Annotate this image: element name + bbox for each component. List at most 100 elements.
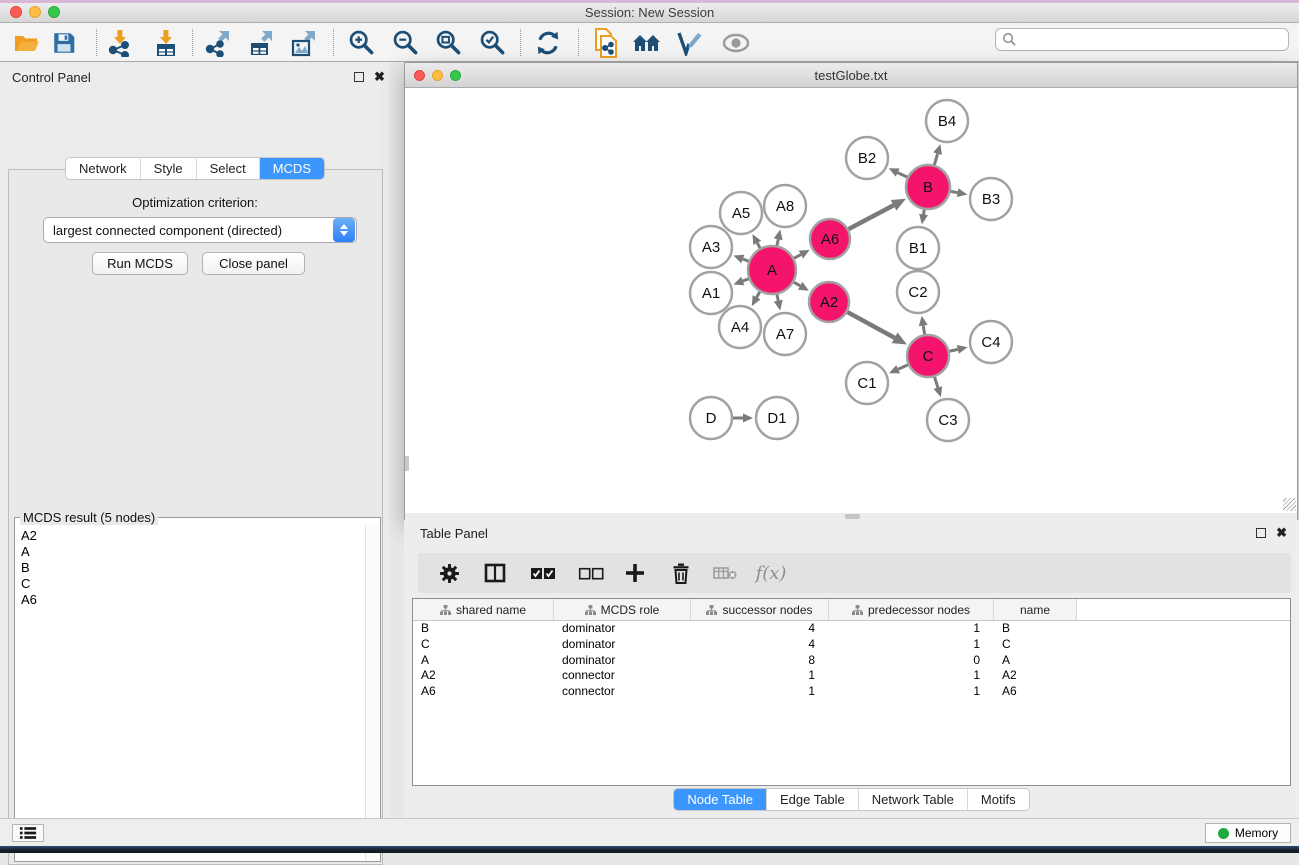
edge-A-A4[interactable] xyxy=(757,292,760,298)
close-window-button[interactable] xyxy=(10,6,22,18)
mcds-result-title: MCDS result (5 nodes) xyxy=(20,510,158,525)
mcds-result-scrollbar[interactable] xyxy=(365,525,379,860)
table-row[interactable]: Bdominator41B xyxy=(413,621,1290,637)
tab-motifs[interactable]: Motifs xyxy=(967,789,1029,810)
table-row[interactable]: A2connector11A2 xyxy=(413,668,1290,684)
column-header-shared-name[interactable]: shared name xyxy=(413,599,554,620)
show-column-icon[interactable] xyxy=(476,563,514,583)
close-panel-icon[interactable]: ✖ xyxy=(374,72,385,82)
import-network-icon[interactable] xyxy=(102,26,138,59)
tab-network[interactable]: Network xyxy=(66,158,140,179)
zoom-out-icon[interactable] xyxy=(387,26,423,59)
table-row[interactable]: A6connector11A6 xyxy=(413,684,1290,700)
close-panel-button[interactable]: Close panel xyxy=(202,252,305,275)
delete-table-icon xyxy=(706,565,744,581)
network-horizontal-scrollbar-thumb[interactable] xyxy=(845,514,860,519)
tab-node-table[interactable]: Node Table xyxy=(674,789,766,810)
cell-name: A6 xyxy=(994,684,1077,700)
edge-B-B2[interactable] xyxy=(898,173,908,178)
control-panel-tabs: NetworkStyleSelectMCDS xyxy=(0,157,390,180)
search-field[interactable] xyxy=(995,28,1289,51)
result-item[interactable]: A2 xyxy=(21,528,364,544)
export-image-icon[interactable] xyxy=(286,26,322,59)
home-icon[interactable] xyxy=(629,26,665,59)
tab-select[interactable]: Select xyxy=(196,158,259,179)
edge-A6-B[interactable] xyxy=(849,205,894,229)
edge-A-A8[interactable] xyxy=(777,239,778,245)
tab-style[interactable]: Style xyxy=(140,158,196,179)
network-from-selection-icon[interactable] xyxy=(588,26,624,59)
task-history-button[interactable] xyxy=(12,824,44,842)
edge-B-B1[interactable] xyxy=(924,210,925,215)
network-minimize-button[interactable] xyxy=(432,70,443,81)
memory-label: Memory xyxy=(1235,826,1278,840)
zoom-in-icon[interactable] xyxy=(343,26,379,59)
save-session-icon[interactable] xyxy=(46,26,82,59)
delete-columns-icon[interactable] xyxy=(662,563,700,584)
zoom-window-button[interactable] xyxy=(48,6,60,18)
window-resize-grip[interactable] xyxy=(1283,498,1296,511)
select-all-columns-icon[interactable] xyxy=(524,567,562,580)
column-header-successor-nodes[interactable]: successor nodes xyxy=(691,599,829,620)
apply-layout-icon[interactable] xyxy=(530,26,566,59)
network-zoom-button[interactable] xyxy=(450,70,461,81)
deselect-all-columns-icon[interactable] xyxy=(572,567,610,580)
create-new-column-icon[interactable] xyxy=(616,563,654,583)
edge-A2-C[interactable] xyxy=(847,312,894,338)
edge-A-A3[interactable] xyxy=(743,259,749,261)
export-table-icon[interactable] xyxy=(243,26,279,59)
vizmapper-icon[interactable] xyxy=(672,26,708,59)
column-header-name[interactable]: name xyxy=(994,599,1077,620)
network-close-button[interactable] xyxy=(414,70,425,81)
edge-A-A7[interactable] xyxy=(777,294,778,300)
cell-shared-name: C xyxy=(413,637,554,653)
result-item[interactable]: B xyxy=(21,560,364,576)
edge-B-B3[interactable] xyxy=(951,191,958,192)
result-item[interactable]: C xyxy=(21,576,364,592)
import-table-icon[interactable] xyxy=(148,26,184,59)
desktop-background-bottom xyxy=(0,846,1299,853)
edge-A-A2[interactable] xyxy=(794,282,800,286)
column-header-MCDS-role[interactable]: MCDS role xyxy=(554,599,691,620)
open-session-icon[interactable] xyxy=(8,26,44,59)
table-row[interactable]: Adominator80A xyxy=(413,653,1290,669)
list-icon xyxy=(19,826,37,840)
close-table-panel-icon[interactable]: ✖ xyxy=(1276,528,1287,538)
control-panel-window-buttons: ✖ xyxy=(354,72,385,82)
edge-C-C4[interactable] xyxy=(949,349,957,351)
network-horizontal-scrollbar[interactable] xyxy=(405,513,1297,520)
result-item[interactable]: A6 xyxy=(21,592,364,608)
optimization-criterion-select[interactable]: largest connected component (directed) xyxy=(43,217,357,243)
edge-A-A1[interactable] xyxy=(743,279,749,281)
zoom-fit-icon[interactable] xyxy=(430,26,466,59)
graph-node-label: C2 xyxy=(908,284,927,301)
graph-node-label: A xyxy=(767,262,777,279)
table-tabs: Node TableEdge TableNetwork TableMotifs xyxy=(404,788,1299,811)
edge-B-B4[interactable] xyxy=(934,154,937,165)
show-graphics-details-icon[interactable] xyxy=(718,26,754,59)
zoom-selected-icon[interactable] xyxy=(474,26,510,59)
table-options-gear-icon[interactable] xyxy=(430,563,468,584)
network-window-titlebar[interactable]: testGlobe.txt xyxy=(405,63,1297,88)
network-canvas[interactable]: B4B2BB3A8A5A6A3B1AA1C2A2A4A7C4CC1C3DD1 xyxy=(405,88,1297,513)
tab-network-table[interactable]: Network Table xyxy=(858,789,967,810)
tab-edge-table[interactable]: Edge Table xyxy=(766,789,858,810)
edge-A-A6[interactable] xyxy=(794,255,801,259)
memory-button[interactable]: Memory xyxy=(1205,823,1291,843)
tab-mcds[interactable]: MCDS xyxy=(259,158,324,179)
column-header-predecessor-nodes[interactable]: predecessor nodes xyxy=(829,599,994,620)
table-row[interactable]: Cdominator41C xyxy=(413,637,1290,653)
export-network-icon[interactable] xyxy=(200,26,236,59)
result-item[interactable]: A xyxy=(21,544,364,560)
minimize-window-button[interactable] xyxy=(29,6,41,18)
edge-A-A5[interactable] xyxy=(757,243,760,248)
search-input[interactable] xyxy=(1017,33,1288,47)
edge-C-C2[interactable] xyxy=(923,326,924,335)
float-table-panel-icon[interactable] xyxy=(1256,528,1266,538)
table-panel-title: Table Panel xyxy=(420,526,488,541)
float-panel-icon[interactable] xyxy=(354,72,364,82)
edge-C-C3[interactable] xyxy=(935,377,938,388)
run-mcds-button[interactable]: Run MCDS xyxy=(92,252,188,275)
network-vertical-scrollbar-thumb[interactable] xyxy=(405,456,409,471)
edge-C-C1[interactable] xyxy=(898,365,908,369)
